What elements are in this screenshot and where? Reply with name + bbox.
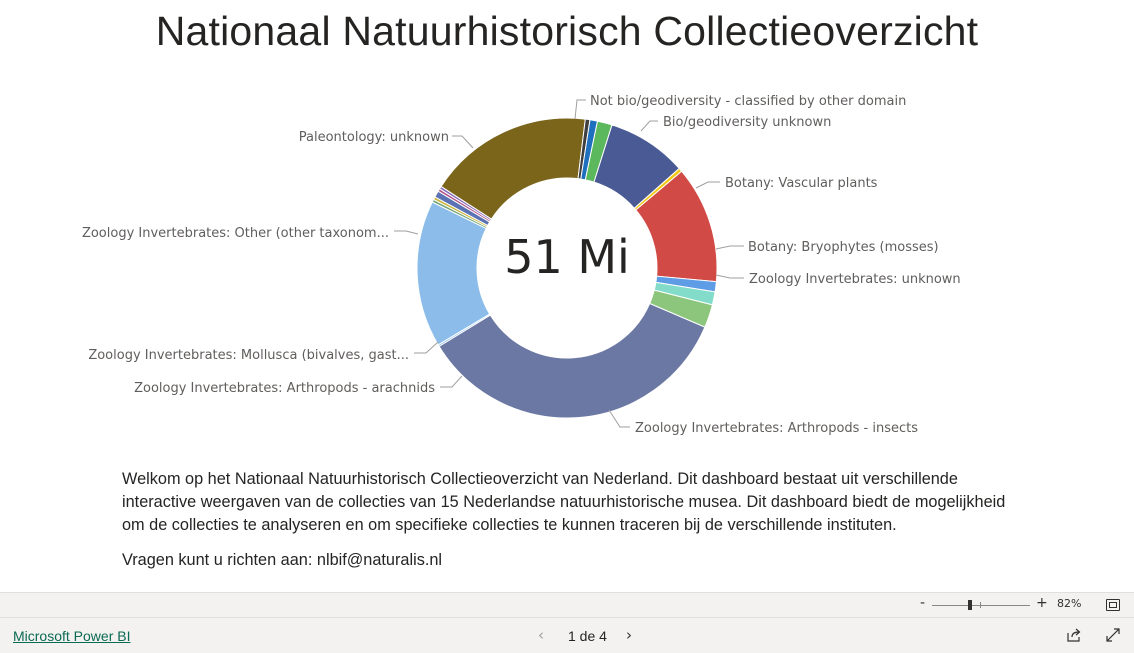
- slice-label: Not bio/geodiversity - classified by oth…: [590, 94, 906, 109]
- leader-line: [608, 409, 630, 428]
- zoom-bar: - + 82%: [0, 592, 1134, 617]
- slice-label: Zoology Invertebrates: Arthropods - arac…: [134, 381, 435, 396]
- zoom-slider-track[interactable]: [932, 605, 1030, 606]
- zoom-in-button[interactable]: +: [1036, 595, 1048, 611]
- zoom-slider-thumb[interactable]: [968, 600, 972, 610]
- slice-label: Bio/geodiversity unknown: [663, 115, 831, 130]
- fit-to-page-icon[interactable]: [1106, 599, 1120, 611]
- footer-bar: Microsoft Power BI ‹ 1 de 4 ›: [0, 617, 1134, 653]
- page-indicator: 1 de 4: [568, 628, 607, 644]
- chevron-right-icon[interactable]: ›: [626, 626, 632, 644]
- fullscreen-icon[interactable]: [1105, 627, 1121, 643]
- leader-line: [574, 99, 586, 120]
- leader-line: [715, 245, 744, 250]
- leader-line: [695, 181, 720, 189]
- slice-label: Zoology Invertebrates: Other (other taxo…: [82, 226, 389, 241]
- powerbi-link[interactable]: Microsoft Power BI: [13, 628, 130, 644]
- slice-label: Paleontology: unknown: [299, 130, 449, 145]
- leader-line: [394, 230, 419, 235]
- report-canvas: Nationaal Natuurhistorisch Collectieover…: [0, 0, 1134, 592]
- leader-line: [452, 135, 474, 149]
- zoom-level: 82%: [1057, 597, 1082, 610]
- share-icon[interactable]: [1066, 627, 1082, 643]
- leader-line: [715, 274, 744, 279]
- leader-line: [414, 341, 439, 354]
- slice-label: Zoology Invertebrates: unknown: [749, 272, 961, 287]
- slice-label: Botany: Bryophytes (mosses): [748, 240, 939, 255]
- zoom-default-mark: [980, 602, 981, 608]
- slice-label: Botany: Vascular plants: [725, 176, 878, 191]
- total-value: 51 Mi: [504, 230, 630, 284]
- contact-paragraph: Vragen kunt u richten aan: nlbif@natural…: [122, 551, 443, 569]
- description-paragraph: Welkom op het Nationaal Natuurhistorisch…: [122, 470, 1006, 534]
- leader-line: [640, 120, 658, 132]
- welcome-text: Welkom op het Nationaal Natuurhistorisch…: [122, 468, 1032, 584]
- slice-label: Zoology Invertebrates: Arthropods - inse…: [635, 421, 918, 436]
- zoom-out-button[interactable]: -: [920, 595, 925, 611]
- slice-label: Zoology Invertebrates: Mollusca (bivalve…: [88, 348, 409, 363]
- leader-line: [440, 375, 463, 388]
- chevron-left-icon[interactable]: ‹: [538, 626, 544, 644]
